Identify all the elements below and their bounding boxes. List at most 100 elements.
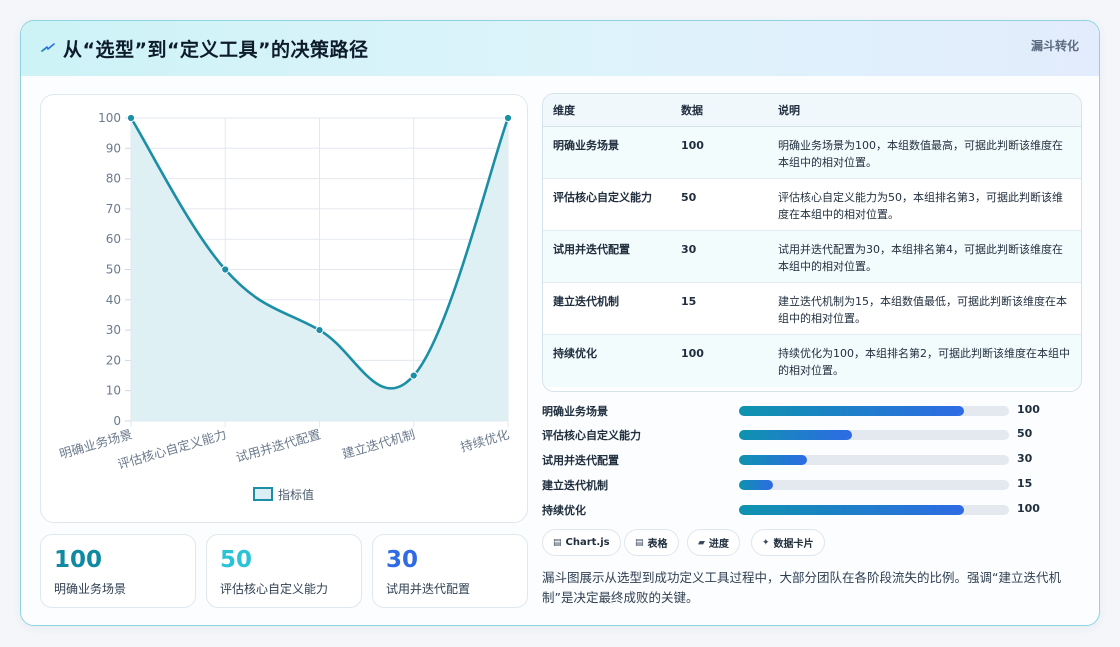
progress-track [739, 455, 1009, 465]
progress-value: 30 [1017, 452, 1033, 465]
legend-label: 指标值 [278, 487, 314, 502]
chip-table[interactable]: ▤ 表格 [624, 529, 679, 556]
table-cell: 持续优化为100，本组排名第2，可据此判断该维度在本组中的相对位置。 [768, 334, 1081, 387]
table-cell: 100 [671, 334, 768, 387]
chip-label: 表格 [647, 539, 668, 550]
chart-description: 漏斗图展示从选型到成功定义工具过程中，大部分团队在各阶段流失的比例。强调“建立迭… [542, 570, 1061, 605]
table-cell: 明确业务场景为100，本组数值最高，可据此判断该维度在本组中的相对位置。 [768, 126, 1081, 179]
x-tick-label: 持续优化 [459, 426, 512, 454]
data-point [315, 326, 324, 335]
progress-label: 试用并迭代配置 [542, 454, 619, 467]
table-cell: 明确业务场景 [543, 126, 671, 179]
y-tick-label: 100 [98, 111, 121, 125]
progress-fill [739, 455, 807, 465]
progress-label: 评估核心自定义能力 [542, 429, 641, 442]
table-header-cell: 说明 [768, 94, 1081, 127]
progress-track [739, 480, 1009, 490]
y-tick-label: 50 [106, 263, 121, 277]
stat-card: 50 评估核心自定义能力 [206, 534, 362, 608]
y-tick-label: 30 [106, 323, 121, 337]
y-tick-label: 90 [106, 141, 121, 155]
chip-label: 进度 [708, 539, 729, 550]
y-tick-label: 10 [106, 384, 121, 398]
progress-icon: ▰ [698, 537, 705, 548]
progress-row: 明确业务场景 100 [542, 403, 1082, 419]
stat-value: 100 [54, 547, 103, 573]
progress-label: 建立迭代机制 [542, 479, 608, 492]
progress-track [739, 430, 1009, 440]
progress-row: 建立迭代机制 15 [542, 477, 1082, 493]
stat-value: 30 [386, 547, 419, 573]
data-point [409, 371, 418, 380]
progress-track [739, 406, 1009, 416]
stat-label: 评估核心自定义能力 [220, 582, 329, 596]
data-point [221, 265, 230, 274]
y-tick-label: 60 [106, 232, 121, 246]
table-header-cell: 数据 [671, 94, 768, 127]
chip-label: 数据卡片 [773, 539, 814, 550]
progress-value: 50 [1017, 427, 1033, 440]
table-row: 明确业务场景 100 明确业务场景为100，本组数值最高，可据此判断该维度在本组… [543, 126, 1081, 179]
y-tick-label: 40 [106, 293, 121, 307]
table-cell: 50 [671, 178, 768, 231]
y-tick-label: 20 [106, 353, 121, 367]
progress-fill [739, 406, 965, 416]
data-point [126, 113, 136, 123]
y-tick-label: 80 [106, 172, 121, 186]
stat-label: 试用并迭代配置 [386, 582, 471, 596]
stat-card: 100 明确业务场景 [40, 534, 196, 608]
progress-value: 100 [1017, 403, 1040, 416]
stat-value: 50 [220, 547, 253, 573]
chip-label: Chart.js [565, 537, 610, 548]
data-point [503, 113, 513, 123]
table-cell: 100 [671, 126, 768, 179]
x-tick-label: 评估核心自定义能力 [116, 426, 228, 471]
progress-track [739, 505, 1009, 515]
chip-chartjs[interactable]: ▤ Chart.js [542, 529, 621, 556]
line-chart: 0102030405060708090100明确业务场景评估核心自定义能力 试用并… [58, 111, 513, 502]
page-title: 从“选型”到“定义工具”的决策路径 [63, 39, 369, 61]
progress-value: 100 [1017, 502, 1040, 515]
header: 从“选型”到“定义工具”的决策路径 漏斗转化 [21, 21, 1099, 76]
table-cell: 评估核心自定义能力为50，本组排名第3，可据此判断该维度在本组中的相对位置。 [768, 178, 1081, 231]
chart-icon: ▤ [553, 537, 562, 548]
progress-label: 明确业务场景 [542, 405, 608, 418]
header-badge: 漏斗转化 [1030, 39, 1079, 53]
y-tick-label: 70 [106, 202, 121, 216]
table-cell: 15 [671, 282, 768, 335]
progress-fill [739, 505, 965, 515]
lightning-icon [41, 43, 55, 52]
progress-value: 15 [1017, 477, 1033, 490]
table-cell: 建立迭代机制为15，本组数值最低，可据此判断该维度在本组中的相对位置。 [768, 282, 1081, 335]
legend-swatch [253, 487, 273, 501]
table-cell: 评估核心自定义能力 [543, 178, 671, 231]
dashboard-card: 从“选型”到“定义工具”的决策路径 漏斗转化 0 10 20 30 40 50 60 70 80… [20, 20, 1100, 626]
progress-row: 试用并迭代配置 30 [542, 452, 1082, 468]
table-header-cell: 维度 [543, 94, 671, 127]
chip-data-card[interactable]: ✦ 数据卡片 [751, 529, 825, 556]
table-icon: ▤ [635, 537, 644, 548]
stat-card: 30 试用并迭代配置 [372, 534, 528, 608]
data-table: 维度 数据 说明 明确业务场景 100 明确业务场景为100，本组数值最高，可据… [542, 93, 1082, 392]
progress-fill [739, 430, 852, 440]
table-cell: 持续优化 [543, 334, 671, 387]
table-row: 持续优化 100 持续优化为100，本组排名第2，可据此判断该维度在本组中的相对… [543, 334, 1081, 387]
table-row: 建立迭代机制 15 建立迭代机制为15，本组数值最低，可据此判断该维度在本组中的… [543, 282, 1081, 335]
table-cell: 试用并迭代配置为30，本组排名第4，可据此判断该维度在本组中的相对位置。 [768, 230, 1081, 283]
progress-row: 评估核心自定义能力 50 [542, 427, 1082, 443]
x-tick-label: 试用并迭代配置 [234, 426, 322, 465]
table-cell: 建立迭代机制 [543, 282, 671, 335]
table-row: 评估核心自定义能力 50 评估核心自定义能力为50，本组排名第3，可据此判断该维… [543, 178, 1081, 231]
table-cell: 30 [671, 230, 768, 283]
progress-fill [739, 480, 773, 490]
table-row: 试用并迭代配置 30 试用并迭代配置为30，本组排名第4，可据此判断该维度在本组… [543, 230, 1081, 283]
y-tick-label: 0 [113, 414, 121, 428]
chart-panel: 0 10 20 30 40 50 60 70 80 90 100 明确业务场景 评估核心自定义能力 试用并… [40, 94, 528, 523]
stat-label: 明确业务场景 [54, 582, 127, 596]
progress-label: 持续优化 [542, 504, 586, 517]
chip-progress[interactable]: ▰ 进度 [687, 529, 740, 556]
progress-row: 持续优化 100 [542, 502, 1082, 518]
sparkle-icon: ✦ [762, 537, 770, 548]
table-header-row: 维度 数据 说明 [543, 94, 1081, 127]
x-tick-label: 建立迭代机制 [340, 426, 416, 461]
